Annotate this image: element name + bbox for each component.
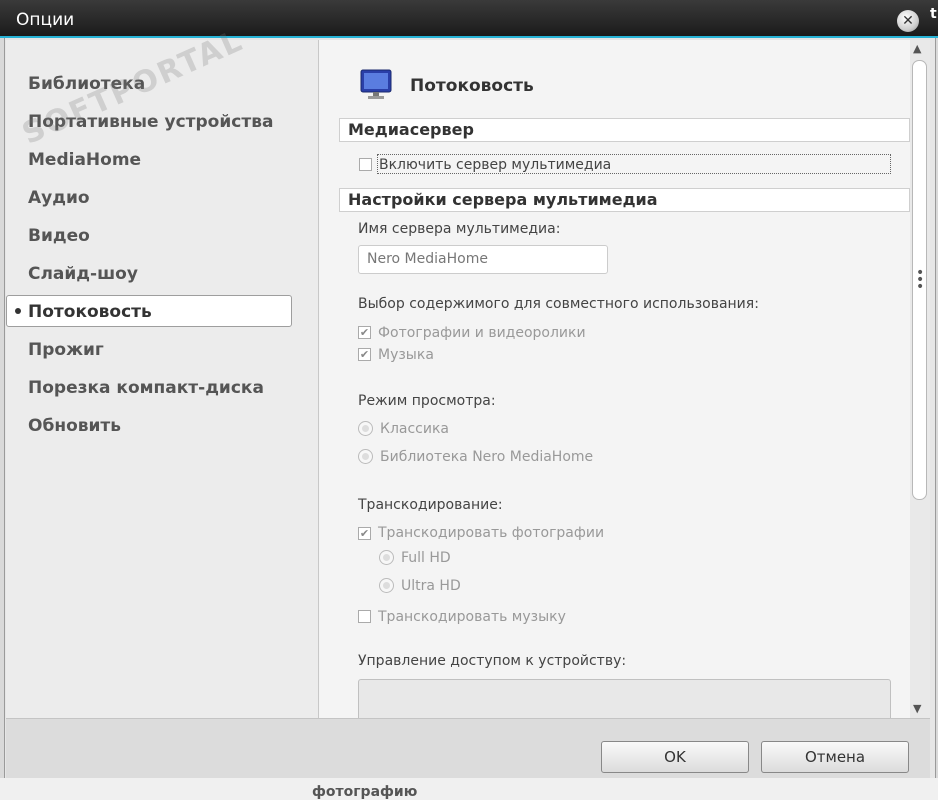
selected-bullet-icon	[15, 308, 21, 314]
share-photos-label[interactable]: Фотографии и видеоролики	[378, 325, 586, 341]
server-name-label: Имя сервера мультимедиа:	[358, 221, 561, 237]
page-title: Потоковость	[410, 76, 534, 96]
cancel-button[interactable]: Отмена	[761, 741, 909, 773]
sidebar-item-audio[interactable]: Аудио	[28, 188, 90, 208]
background-window-text: t	[930, 6, 937, 22]
background-app-text: фотографию	[312, 784, 418, 800]
share-music-checkbox[interactable]: ✔	[358, 348, 371, 361]
full-hd-radio[interactable]	[379, 550, 394, 565]
view-classic-radio[interactable]	[358, 421, 373, 436]
transcode-photos-checkbox[interactable]: ✔	[358, 527, 371, 540]
ok-button[interactable]: OK	[601, 741, 749, 773]
monitor-icon	[360, 69, 392, 99]
ultra-hd-radio[interactable]	[379, 578, 394, 593]
window-title: Опции	[16, 10, 75, 30]
sidebar-item-video[interactable]: Видео	[28, 226, 90, 246]
sidebar-item-burn[interactable]: Прожиг	[28, 340, 104, 360]
streaming-panel: Потоковость Медиасервер Включить сервер …	[319, 40, 910, 718]
server-name-input[interactable]: Nero MediaHome	[358, 245, 608, 274]
background-app-strip	[0, 778, 938, 800]
view-library-label[interactable]: Библиотека Nero MediaHome	[380, 449, 593, 465]
close-icon[interactable]: ✕	[897, 10, 919, 32]
transcode-music-checkbox[interactable]	[358, 610, 371, 623]
view-classic-label[interactable]: Классика	[380, 421, 449, 437]
transcode-photos-label[interactable]: Транскодировать фотографии	[378, 525, 604, 541]
section-media-server: Медиасервер	[339, 118, 910, 142]
view-mode-label: Режим просмотра:	[358, 393, 496, 409]
sidebar-item-slideshow[interactable]: Слайд-шоу	[28, 264, 138, 284]
enable-server-checkbox[interactable]	[359, 158, 372, 171]
access-control-label: Управление доступом к устройству:	[358, 653, 627, 669]
title-bar: Опции ✕ t	[0, 0, 938, 38]
vertical-scrollbar[interactable]: ▲ ▼	[910, 40, 930, 718]
resize-grip-icon: • • •	[916, 265, 925, 295]
sidebar-item-streaming[interactable]: Потоковость	[28, 302, 152, 322]
section-server-settings: Настройки сервера мультимедиа	[339, 188, 910, 212]
transcode-label: Транскодирование:	[358, 497, 503, 513]
sidebar-item-update[interactable]: Обновить	[28, 416, 121, 436]
share-photos-checkbox[interactable]: ✔	[358, 326, 371, 339]
full-hd-label[interactable]: Full HD	[401, 550, 451, 566]
scroll-up-icon[interactable]: ▲	[913, 42, 921, 55]
access-control-list[interactable]	[358, 679, 891, 718]
share-content-label: Выбор содержимого для совместного исполь…	[358, 296, 759, 312]
ultra-hd-label[interactable]: Ultra HD	[401, 578, 461, 594]
share-music-label[interactable]: Музыка	[378, 347, 434, 363]
enable-server-label[interactable]: Включить сервер мультимедиа	[379, 157, 611, 173]
transcode-music-label[interactable]: Транскодировать музыку	[378, 609, 566, 625]
sidebar-item-rip-cd[interactable]: Порезка компакт-диска	[28, 378, 264, 398]
dialog-footer: OK Отмена	[6, 718, 930, 779]
scroll-down-icon[interactable]: ▼	[913, 702, 921, 715]
sidebar-item-mediahome[interactable]: MediaHome	[28, 150, 141, 170]
view-library-radio[interactable]	[358, 449, 373, 464]
